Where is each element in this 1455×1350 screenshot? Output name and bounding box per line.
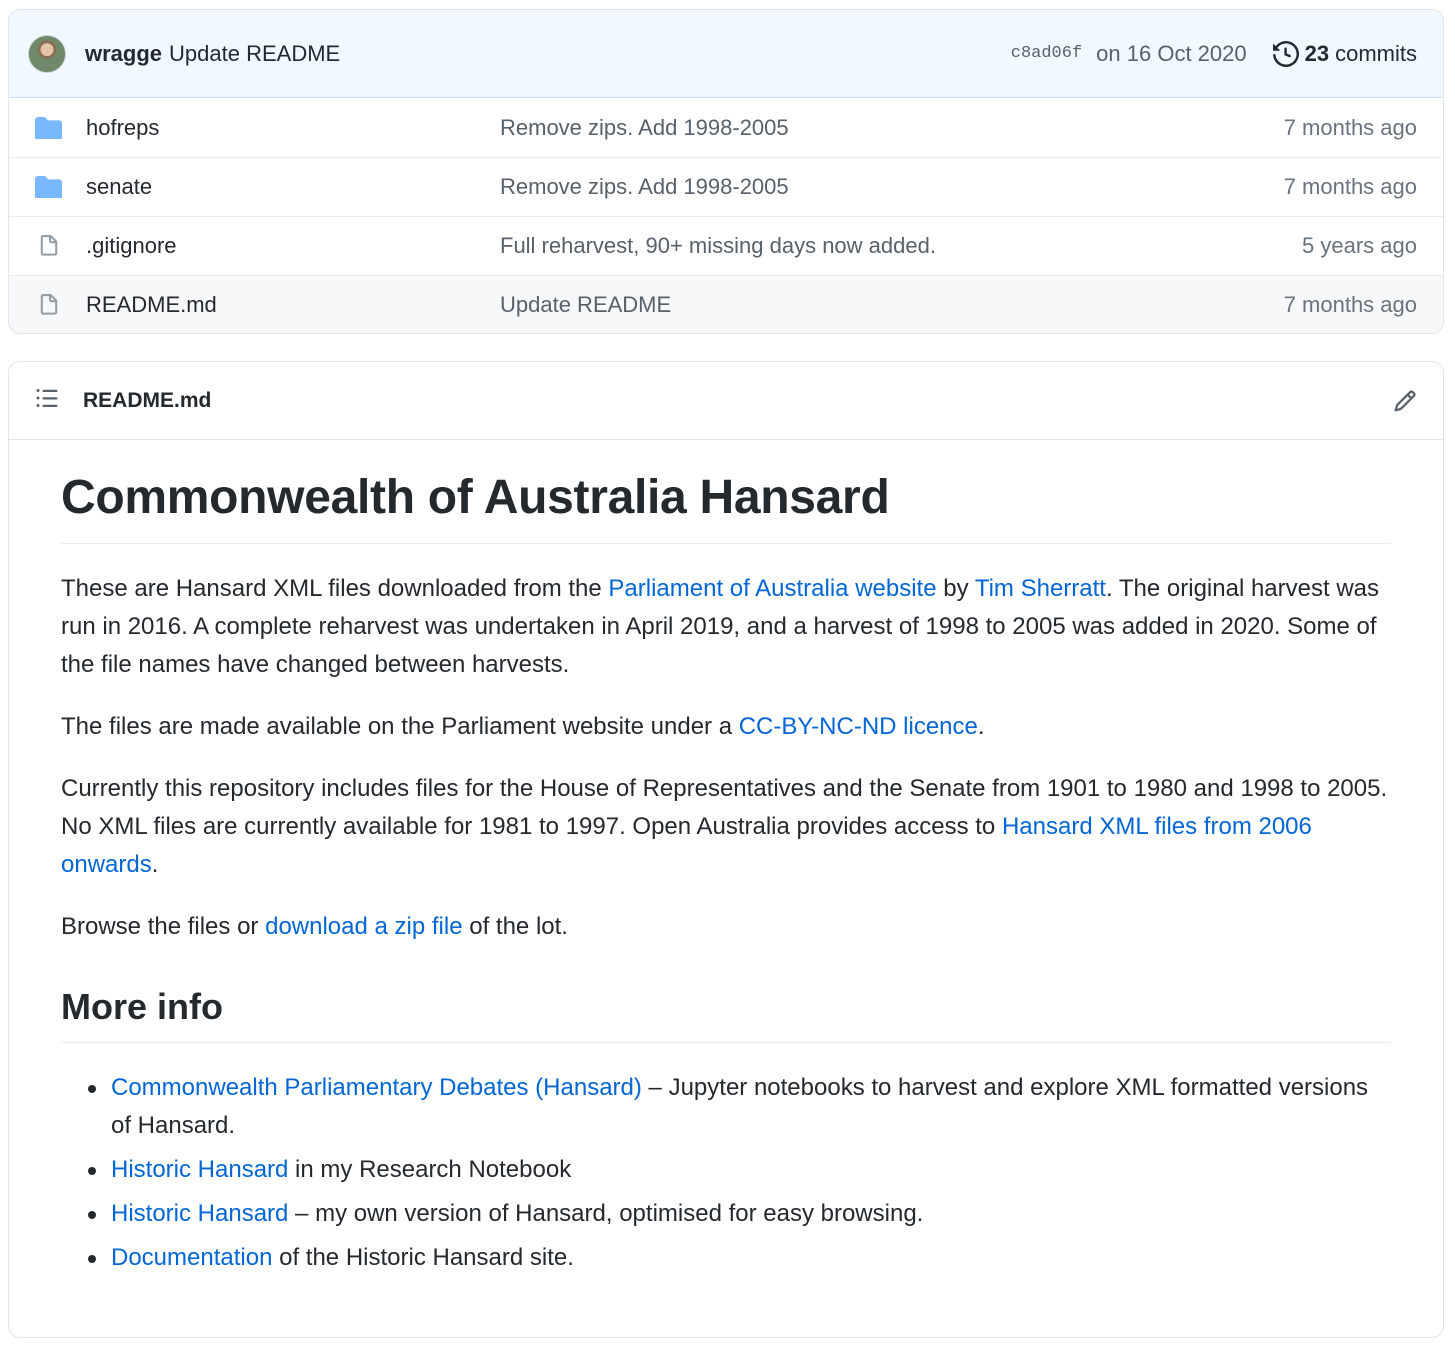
- file-list: hofreps Remove zips. Add 1998-2005 7 mon…: [9, 98, 1443, 333]
- file-row[interactable]: .gitignore Full reharvest, 90+ missing d…: [9, 216, 1443, 275]
- folder-icon: [35, 116, 62, 140]
- commit-count: 23: [1304, 40, 1330, 66]
- commit-count-label: commits: [1335, 40, 1417, 66]
- readme-panel: README.md Commonwealth of Australia Hans…: [8, 361, 1444, 1338]
- text: of the lot.: [462, 913, 568, 940]
- list-item: Historic Hansard – my own version of Han…: [88, 1195, 1391, 1233]
- commit-meta: c8ad06f on 16 Oct 2020 23 commits: [1011, 40, 1417, 67]
- readme-paragraph: Currently this repository includes files…: [61, 770, 1391, 884]
- section-heading: More info: [61, 986, 1391, 1043]
- licence-link[interactable]: CC-BY-NC-ND licence: [739, 713, 978, 740]
- readme-filename: README.md: [83, 388, 212, 412]
- file-name-link[interactable]: hofreps: [86, 115, 159, 141]
- text: .: [977, 713, 985, 740]
- parliament-website-link[interactable]: Parliament of Australia website: [608, 575, 936, 602]
- list-item-link[interactable]: Historic Hansard: [111, 1156, 288, 1183]
- file-name-link[interactable]: README.md: [86, 292, 217, 318]
- text: by: [936, 575, 975, 602]
- commit-author-link[interactable]: wragge: [85, 41, 162, 67]
- text: These are Hansard XML files downloaded f…: [61, 575, 609, 602]
- readme-paragraph: These are Hansard XML files downloaded f…: [61, 570, 1391, 684]
- list-item-text: – my own version of Hansard, optimised f…: [288, 1200, 924, 1227]
- latest-commit-bar: wragge Update README c8ad06f on 16 Oct 2…: [9, 10, 1443, 98]
- tim-sherratt-link[interactable]: Tim Sherratt: [975, 575, 1106, 602]
- commit-date: on 16 Oct 2020: [1096, 40, 1247, 66]
- list-item-text: of the Historic Hansard site.: [272, 1244, 574, 1271]
- download-zip-link[interactable]: download a zip file: [265, 913, 462, 940]
- edit-readme-button[interactable]: [1393, 389, 1417, 413]
- list-item: Historic Hansard in my Research Notebook: [88, 1151, 1391, 1189]
- list-item-link[interactable]: Documentation: [111, 1244, 272, 1271]
- commit-message-link[interactable]: Update README: [169, 41, 340, 67]
- text: The files are made available on the Parl…: [61, 713, 739, 740]
- list-item-link[interactable]: Historic Hansard: [111, 1200, 288, 1227]
- pencil-icon: [1394, 389, 1416, 412]
- readme-paragraph: Browse the files or download a zip file …: [61, 908, 1391, 946]
- history-icon: [1272, 40, 1299, 67]
- list-item-text: in my Research Notebook: [288, 1156, 572, 1183]
- more-info-list: Commonwealth Parliamentary Debates (Hans…: [61, 1069, 1391, 1277]
- file-age: 7 months ago: [1283, 174, 1417, 199]
- commits-history-link[interactable]: 23 commits: [1272, 40, 1417, 67]
- file-name-link[interactable]: senate: [86, 174, 152, 200]
- file-row[interactable]: senate Remove zips. Add 1998-2005 7 mont…: [9, 157, 1443, 216]
- file-icon: [35, 234, 62, 258]
- readme-paragraph: The files are made available on the Parl…: [61, 708, 1391, 746]
- file-browser: wragge Update README c8ad06f on 16 Oct 2…: [8, 9, 1444, 334]
- file-age: 7 months ago: [1283, 292, 1417, 317]
- file-commit-link[interactable]: Remove zips. Add 1998-2005: [500, 174, 789, 200]
- readme-heading: Commonwealth of Australia Hansard: [61, 440, 1391, 544]
- list-icon[interactable]: [35, 386, 59, 415]
- file-age: 5 years ago: [1302, 233, 1417, 258]
- file-commit-link[interactable]: Full reharvest, 90+ missing days now add…: [500, 233, 936, 259]
- readme-header: README.md: [9, 362, 1443, 440]
- commit-sha-link[interactable]: c8ad06f: [1011, 44, 1082, 63]
- file-commit-link[interactable]: Update README: [500, 292, 671, 318]
- file-commit-link[interactable]: Remove zips. Add 1998-2005: [500, 115, 789, 141]
- list-item: Documentation of the Historic Hansard si…: [88, 1239, 1391, 1277]
- file-age: 7 months ago: [1283, 114, 1417, 140]
- file-name-link[interactable]: .gitignore: [86, 233, 177, 259]
- folder-icon: [35, 175, 62, 199]
- text: Browse the files or: [61, 913, 266, 940]
- file-row[interactable]: README.md Update README 7 months ago: [9, 275, 1443, 333]
- avatar[interactable]: [28, 34, 66, 73]
- text: .: [151, 851, 159, 878]
- file-icon: [35, 293, 62, 317]
- file-row[interactable]: hofreps Remove zips. Add 1998-2005 7 mon…: [9, 98, 1443, 157]
- list-item-link[interactable]: Commonwealth Parliamentary Debates (Hans…: [111, 1074, 642, 1101]
- list-item: Commonwealth Parliamentary Debates (Hans…: [88, 1069, 1391, 1145]
- readme-content: Commonwealth of Australia Hansard These …: [9, 440, 1443, 1277]
